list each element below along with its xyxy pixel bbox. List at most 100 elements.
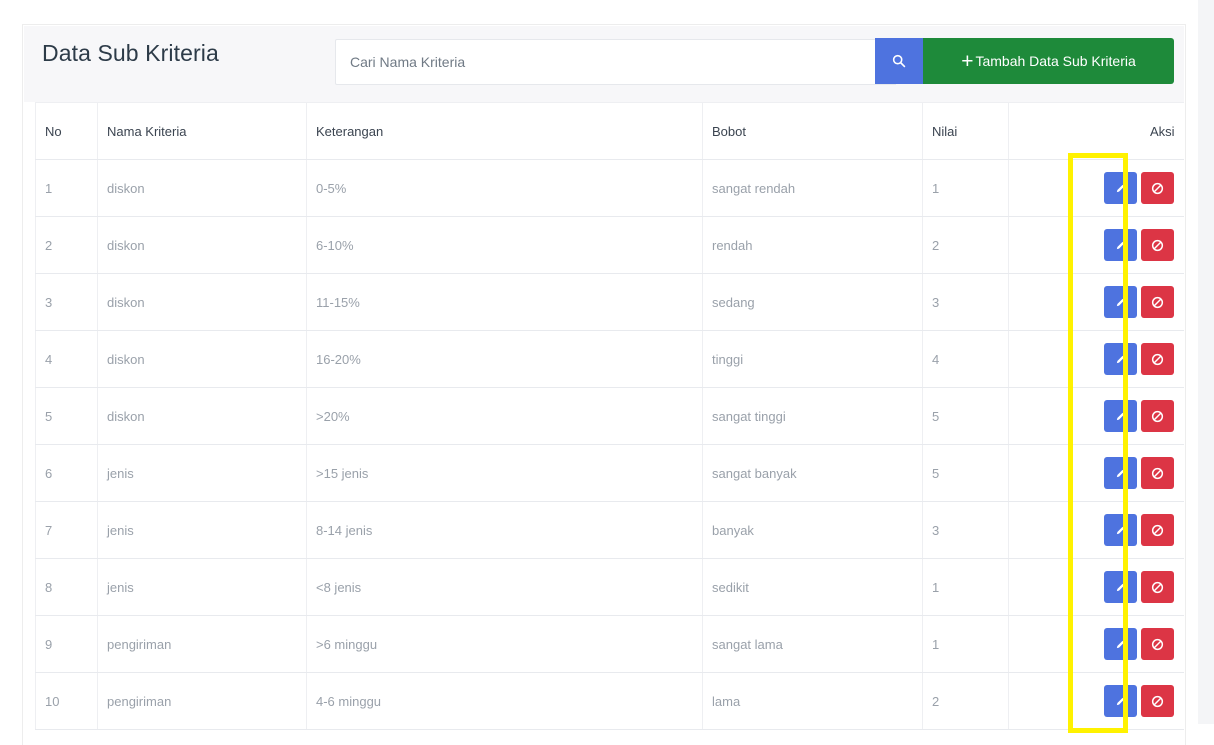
ban-icon bbox=[1151, 695, 1163, 707]
search-field bbox=[335, 39, 896, 85]
sub-kriteria-table: No Nama Kriteria Keterangan Bobot Nilai … bbox=[35, 102, 1184, 730]
table-header-row: No Nama Kriteria Keterangan Bobot Nilai … bbox=[35, 102, 1184, 160]
edit-button[interactable] bbox=[1103, 172, 1137, 204]
ban-icon bbox=[1151, 410, 1163, 422]
add-button-label: Tambah Data Sub Kriteria bbox=[975, 53, 1136, 69]
cell-nilai: 3 bbox=[922, 273, 1009, 331]
table-row: 1 diskon 0-5% sangat rendah 1 bbox=[35, 159, 1184, 217]
edit-button[interactable] bbox=[1103, 685, 1137, 717]
cell-keterangan: >20% bbox=[306, 387, 703, 445]
cell-nama-kriteria: diskon bbox=[97, 273, 307, 331]
delete-button[interactable] bbox=[1140, 286, 1174, 318]
cell-no: 5 bbox=[35, 387, 98, 445]
table-row: 5 diskon >20% sangat tinggi 5 bbox=[35, 387, 1184, 445]
card-header: Data Sub Kriteria + Tambah Data Sub Krit… bbox=[24, 26, 1184, 102]
row-actions bbox=[1009, 286, 1174, 318]
cell-keterangan: 8-14 jenis bbox=[306, 501, 703, 559]
cell-no: 8 bbox=[35, 558, 98, 616]
edit-button[interactable] bbox=[1103, 400, 1137, 432]
table-body: 1 diskon 0-5% sangat rendah 1 2 diskon 6… bbox=[35, 159, 1184, 730]
ban-icon bbox=[1151, 296, 1163, 308]
cell-nilai: 2 bbox=[922, 216, 1009, 274]
delete-button[interactable] bbox=[1140, 571, 1174, 603]
cell-no: 3 bbox=[35, 273, 98, 331]
cell-nama-kriteria: pengiriman bbox=[97, 672, 307, 730]
ban-icon bbox=[1151, 581, 1163, 593]
edit-button[interactable] bbox=[1103, 571, 1137, 603]
cell-nilai: 3 bbox=[922, 501, 1009, 559]
cell-keterangan: >6 minggu bbox=[306, 615, 703, 673]
page-title: Data Sub Kriteria bbox=[42, 40, 219, 66]
column-header-keterangan: Keterangan bbox=[306, 102, 703, 160]
delete-button[interactable] bbox=[1140, 457, 1174, 489]
cell-bobot: tinggi bbox=[702, 330, 923, 388]
table-row: 10 pengiriman 4-6 minggu lama 2 bbox=[35, 672, 1184, 730]
cell-nilai: 2 bbox=[922, 672, 1009, 730]
cell-nilai: 1 bbox=[922, 615, 1009, 673]
table-row: 6 jenis >15 jenis sangat banyak 5 bbox=[35, 444, 1184, 502]
pencil-icon bbox=[1116, 583, 1124, 591]
cell-aksi bbox=[1008, 387, 1184, 445]
delete-button[interactable] bbox=[1140, 400, 1174, 432]
cell-keterangan: >15 jenis bbox=[306, 444, 703, 502]
row-actions bbox=[1009, 685, 1174, 717]
cell-bobot: banyak bbox=[702, 501, 923, 559]
cell-nilai: 5 bbox=[922, 444, 1009, 502]
delete-button[interactable] bbox=[1140, 343, 1174, 375]
column-header-nama-kriteria: Nama Kriteria bbox=[97, 102, 307, 160]
cell-bobot: sangat lama bbox=[702, 615, 923, 673]
search-input[interactable] bbox=[336, 40, 895, 84]
cell-nilai: 1 bbox=[922, 558, 1009, 616]
cell-aksi bbox=[1008, 273, 1184, 331]
column-header-bobot: Bobot bbox=[702, 102, 923, 160]
edit-button[interactable] bbox=[1103, 514, 1137, 546]
column-header-nilai: Nilai bbox=[922, 102, 1009, 160]
cell-bobot: sangat rendah bbox=[702, 159, 923, 217]
row-actions bbox=[1009, 628, 1174, 660]
ban-icon bbox=[1151, 524, 1163, 536]
cell-keterangan: 16-20% bbox=[306, 330, 703, 388]
pencil-icon bbox=[1116, 184, 1124, 192]
delete-button[interactable] bbox=[1140, 628, 1174, 660]
edit-button[interactable] bbox=[1103, 229, 1137, 261]
cell-no: 4 bbox=[35, 330, 98, 388]
edit-button[interactable] bbox=[1103, 457, 1137, 489]
cell-bobot: lama bbox=[702, 672, 923, 730]
delete-button[interactable] bbox=[1140, 229, 1174, 261]
delete-button[interactable] bbox=[1140, 685, 1174, 717]
column-header-aksi: Aksi bbox=[1008, 102, 1184, 160]
cell-bobot: sedang bbox=[702, 273, 923, 331]
table-row: 7 jenis 8-14 jenis banyak 3 bbox=[35, 501, 1184, 559]
column-header-no: No bbox=[35, 102, 98, 160]
table-row: 2 diskon 6-10% rendah 2 bbox=[35, 216, 1184, 274]
ban-icon bbox=[1151, 182, 1163, 194]
delete-button[interactable] bbox=[1140, 172, 1174, 204]
cell-no: 1 bbox=[35, 159, 98, 217]
cell-bobot: rendah bbox=[702, 216, 923, 274]
edit-button[interactable] bbox=[1103, 286, 1137, 318]
add-sub-kriteria-button[interactable]: + Tambah Data Sub Kriteria bbox=[923, 38, 1174, 84]
edit-button[interactable] bbox=[1103, 343, 1137, 375]
cell-bobot: sangat tinggi bbox=[702, 387, 923, 445]
row-actions bbox=[1009, 229, 1174, 261]
delete-button[interactable] bbox=[1140, 514, 1174, 546]
row-actions bbox=[1009, 514, 1174, 546]
cell-keterangan: 6-10% bbox=[306, 216, 703, 274]
cell-aksi bbox=[1008, 501, 1184, 559]
ban-icon bbox=[1151, 239, 1163, 251]
cell-nama-kriteria: pengiriman bbox=[97, 615, 307, 673]
ban-icon bbox=[1151, 467, 1163, 479]
table-row: 8 jenis <8 jenis sedikit 1 bbox=[35, 558, 1184, 616]
cell-nama-kriteria: jenis bbox=[97, 444, 307, 502]
row-actions bbox=[1009, 343, 1174, 375]
edit-button[interactable] bbox=[1103, 628, 1137, 660]
pencil-icon bbox=[1116, 355, 1124, 363]
cell-no: 7 bbox=[35, 501, 98, 559]
cell-aksi bbox=[1008, 330, 1184, 388]
table-row: 9 pengiriman >6 minggu sangat lama 1 bbox=[35, 615, 1184, 673]
table-row: 3 diskon 11-15% sedang 3 bbox=[35, 273, 1184, 331]
pencil-icon bbox=[1116, 697, 1124, 705]
cell-keterangan: 11-15% bbox=[306, 273, 703, 331]
cell-nilai: 5 bbox=[922, 387, 1009, 445]
search-button[interactable] bbox=[875, 38, 923, 84]
